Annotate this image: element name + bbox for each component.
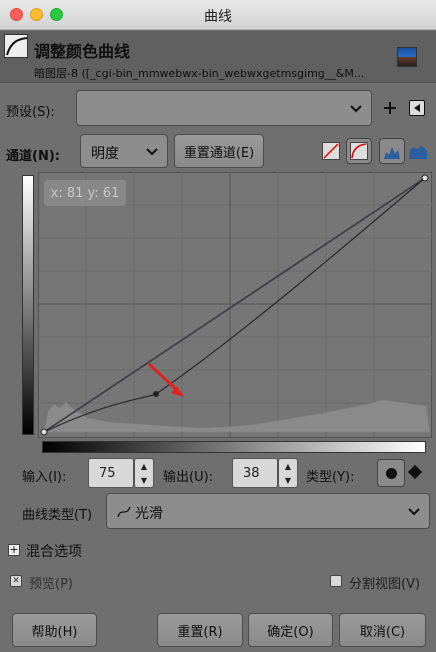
histogram-linear-icon[interactable]: [379, 138, 405, 164]
chevron-down-icon: [350, 105, 362, 113]
curves-icon: [4, 34, 28, 58]
layer-thumbnail: [397, 47, 417, 67]
step-down-icon[interactable]: ▼: [285, 476, 291, 485]
presets-label: 预设(S):: [6, 105, 55, 120]
window-titlebar: 曲线: [0, 0, 436, 30]
layer-name: 暗图层-8 ([_cgi-bin_mmwebwx-bin_webwxgetmsg…: [34, 67, 365, 80]
channel-label: 通道(N):: [6, 149, 60, 164]
output-label: 输出(U):: [163, 470, 214, 485]
dialog-header: 调整颜色曲线 暗图层-8 ([_cgi-bin_mmwebwx-bin_webw…: [0, 31, 436, 83]
type-label: 类型(Y):: [306, 470, 355, 485]
input-field[interactable]: 75: [88, 458, 134, 488]
channel-combo[interactable]: 明度: [80, 134, 168, 168]
step-up-icon[interactable]: ▲: [285, 462, 291, 471]
log-mode-icon[interactable]: [346, 138, 372, 164]
curve-type-label: 曲线类型(T): [22, 508, 93, 523]
cancel-button[interactable]: 取消(C): [339, 613, 426, 647]
output-gradient-bar: [22, 175, 34, 435]
output-field[interactable]: 38: [232, 458, 278, 488]
histogram-log-icon[interactable]: [408, 142, 428, 160]
preset-menu-icon[interactable]: [409, 100, 425, 116]
chevron-down-icon: [408, 508, 420, 516]
reset-button[interactable]: 重置(R): [157, 613, 243, 647]
output-stepper[interactable]: ▲ ▼: [278, 458, 298, 488]
dialog-title: 调整颜色曲线: [34, 42, 131, 61]
curve-endpoint-high[interactable]: [421, 174, 429, 182]
curve-graph[interactable]: [38, 172, 432, 438]
channel-value: 明度: [91, 146, 119, 162]
step-up-icon[interactable]: ▲: [141, 462, 147, 471]
blend-options-label[interactable]: 混合选项: [26, 541, 82, 561]
add-preset-icon[interactable]: [383, 101, 397, 115]
help-button[interactable]: 帮助(H): [12, 613, 97, 647]
chevron-down-icon: [146, 148, 158, 156]
presets-combo[interactable]: [76, 90, 372, 126]
ok-button[interactable]: 确定(O): [248, 613, 333, 647]
input-gradient-bar: [42, 441, 426, 453]
input-stepper[interactable]: ▲ ▼: [134, 458, 154, 488]
corner-point-type-icon[interactable]: [407, 464, 423, 480]
window-title: 曲线: [204, 9, 232, 25]
input-label: 输入(I):: [22, 470, 67, 485]
smooth-point-type-button[interactable]: [377, 459, 405, 487]
expand-plus-icon[interactable]: +: [8, 544, 20, 556]
curve-type-combo[interactable]: 光滑: [106, 493, 430, 529]
reset-channel-button[interactable]: 重置通道(E): [174, 134, 264, 168]
curve-endpoint-low[interactable]: [40, 428, 48, 436]
split-view-checkbox[interactable]: [330, 575, 342, 587]
linear-mode-icon[interactable]: [322, 142, 340, 160]
curve-type-value: 光滑: [135, 506, 163, 522]
split-view-label: 分割视图(V): [349, 577, 421, 592]
step-down-icon[interactable]: ▼: [141, 476, 147, 485]
smooth-curve-icon: [117, 506, 131, 518]
curve-control-point[interactable]: [153, 391, 159, 397]
coordinate-readout: x: 81 y: 61: [44, 180, 126, 206]
circle-point-icon: [385, 467, 397, 479]
preview-label: 预览(P): [29, 577, 73, 592]
preview-checkbox[interactable]: ✕: [10, 575, 22, 587]
